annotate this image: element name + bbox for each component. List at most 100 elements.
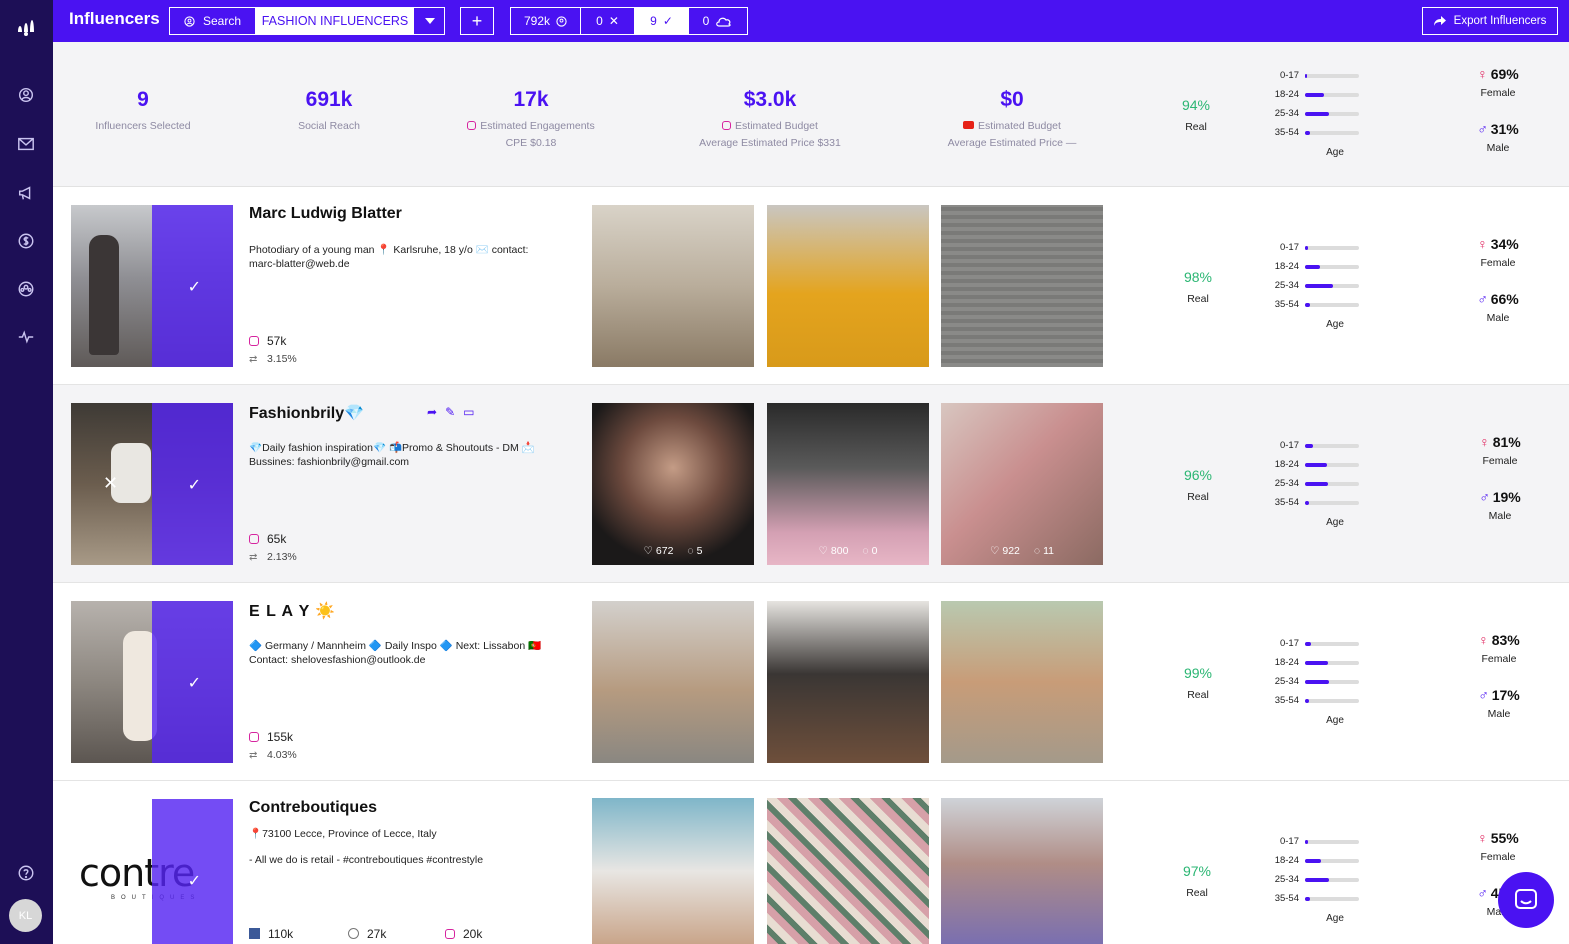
list-name-field[interactable]: FASHION INFLUENCERS	[256, 8, 414, 34]
age-fill	[1305, 283, 1334, 288]
search-button[interactable]: Search	[170, 8, 256, 34]
post-photo[interactable]: ♡ 800 ◌ 0	[767, 403, 929, 565]
real-percent: 96%	[1183, 467, 1213, 483]
female-icon: ♀	[1478, 632, 1489, 648]
post-photo[interactable]	[941, 205, 1103, 367]
engagement-rate: 2.13%	[267, 551, 297, 563]
post-photo[interactable]	[767, 601, 929, 763]
post-photo[interactable]	[592, 798, 754, 944]
real-percent: 99%	[1183, 665, 1213, 681]
age-chart: 0-17 18-24 25-34 35-54 Age	[1267, 634, 1367, 726]
selected-count-button[interactable]: 9 ✓	[635, 8, 689, 34]
post-photo[interactable]	[592, 205, 754, 367]
profile-thumbnail[interactable]: ✕ ✓	[71, 403, 233, 565]
brand-logo-icon[interactable]	[12, 10, 40, 38]
help-icon[interactable]	[16, 863, 36, 883]
engagement-metric: ⇄ 3.15%	[249, 353, 297, 365]
post-photo[interactable]	[592, 601, 754, 763]
add-list-button[interactable]: +	[460, 7, 494, 35]
male-row: ♂ 17%	[1459, 687, 1539, 703]
stat-sub: Average Estimated Price $331	[699, 137, 841, 149]
male-icon: ♂	[1477, 121, 1488, 137]
list-dropdown-button[interactable]	[414, 8, 444, 34]
age-fill	[1305, 481, 1328, 486]
support-chat-button[interactable]	[1498, 872, 1554, 928]
age-fill	[1305, 462, 1327, 467]
age-label: 0-17	[1279, 242, 1299, 253]
stat-label: Estimated Budget	[735, 120, 818, 132]
rejected-count-button[interactable]: 0 ✕	[581, 8, 635, 34]
selected-check-icon[interactable]: ✓	[188, 475, 201, 495]
post-photo[interactable]: ♡ 922 ◌ 11	[941, 403, 1103, 565]
community-icon[interactable]	[16, 279, 36, 299]
post-photo[interactable]	[941, 601, 1103, 763]
age-row: 25-34	[1267, 276, 1367, 295]
instagram-icon	[467, 121, 477, 130]
real-label: Real	[1187, 491, 1209, 503]
influencer-name[interactable]: Contreboutiques	[249, 799, 377, 817]
influencer-name[interactable]: Fashionbrily💎	[249, 403, 364, 423]
profile-thumbnail[interactable]: contre BOUTIQUES ✓	[71, 799, 233, 944]
followers-count: 57k	[267, 334, 287, 348]
age-label: 0-17	[1279, 440, 1299, 451]
age-label: 25-34	[1274, 280, 1299, 291]
mail-icon[interactable]	[16, 134, 36, 154]
top-bar: Influencers Search FASHION INFLUENCERS +…	[53, 0, 1569, 42]
user-avatar[interactable]: KL	[9, 899, 42, 932]
engagement-rate: 4.03%	[267, 749, 297, 761]
summary-panel: 9 Influencers Selected 691k Social Reach…	[53, 42, 1569, 187]
post-photo[interactable]	[941, 798, 1103, 944]
age-row: 18-24	[1267, 455, 1367, 474]
influencer-row[interactable]: ✓ Marc Ludwig Blatter Photodiary of a yo…	[53, 187, 1569, 385]
influencer-row[interactable]: contre BOUTIQUES ✓ Contreboutiques 📍7310…	[53, 781, 1569, 944]
profile-thumbnail[interactable]: ✓	[71, 205, 233, 367]
cloud-count-button[interactable]: 0	[689, 8, 747, 34]
instagram-icon	[722, 121, 732, 130]
reject-icon[interactable]: ✕	[103, 473, 118, 494]
share-icon[interactable]: ➦	[427, 405, 437, 419]
age-fill	[1305, 92, 1324, 97]
selected-check-icon[interactable]: ✓	[188, 277, 201, 297]
stat-engagements: 17k Estimated Engagements CPE $0.18	[451, 88, 611, 149]
influencer-row[interactable]: ✕ ✓ Fashionbrily💎 ➦ ✎ ▭ 💎Daily fashion i…	[53, 385, 1569, 583]
selected-check-icon[interactable]: ✓	[188, 871, 201, 891]
analytics-pulse-icon[interactable]	[16, 327, 36, 347]
age-label: 18-24	[1274, 855, 1299, 866]
post-photo[interactable]: ♡ 672 ◌ 5	[592, 403, 754, 565]
age-row: 0-17	[1267, 436, 1367, 455]
influencer-row[interactable]: ✓ E L A Y ☀️ 🔷 Germany / Mannheim 🔷 Dail…	[53, 583, 1569, 781]
location-text: 73100 Lecce, Province of Lecce, Italy	[262, 828, 437, 840]
engagement-icon: ⇄	[249, 750, 258, 761]
edit-pencil-icon[interactable]: ✎	[445, 405, 455, 419]
export-label: Export Influencers	[1453, 15, 1547, 27]
influencer-name[interactable]: E L A Y ☀️	[249, 601, 336, 621]
male-percent: 31%	[1490, 121, 1519, 137]
budget-dollar-icon[interactable]	[16, 231, 36, 251]
influencer-bio: 🔷 Germany / Mannheim 🔷 Daily Inspo 🔷 Nex…	[249, 640, 542, 666]
followers-metric: 65k	[249, 532, 286, 546]
followers-metric: 155k	[249, 730, 293, 744]
age-bar	[1305, 302, 1359, 307]
male-percent: 19%	[1492, 489, 1521, 505]
comment-icon: ◌	[687, 545, 697, 557]
age-label: 25-34	[1274, 478, 1299, 489]
profile-thumbnail[interactable]: ✓	[71, 601, 233, 763]
post-photo[interactable]	[767, 798, 929, 944]
stat-value: 9	[137, 88, 149, 111]
comments: ◌ 5	[687, 545, 702, 557]
total-count: 792k	[523, 14, 551, 28]
export-influencers-button[interactable]: Export Influencers	[1422, 7, 1558, 35]
share-arrow-icon	[1433, 16, 1446, 26]
influencer-name[interactable]: Marc Ludwig Blatter	[249, 205, 402, 223]
selected-check-icon[interactable]: ✓	[188, 673, 201, 693]
age-row: 0-17	[1267, 832, 1367, 851]
total-count-button[interactable]: 792k	[511, 8, 581, 34]
influencer-bio: Photodiary of a young man 📍 Karlsruhe, 1…	[249, 244, 529, 270]
post-photo[interactable]	[767, 205, 929, 367]
message-icon[interactable]: ▭	[463, 405, 474, 419]
male-percent: 66%	[1490, 291, 1519, 307]
age-title: Age	[1326, 319, 1344, 330]
age-fill	[1305, 73, 1307, 78]
search-influencers-icon[interactable]	[16, 85, 36, 105]
campaign-megaphone-icon[interactable]	[16, 183, 36, 203]
